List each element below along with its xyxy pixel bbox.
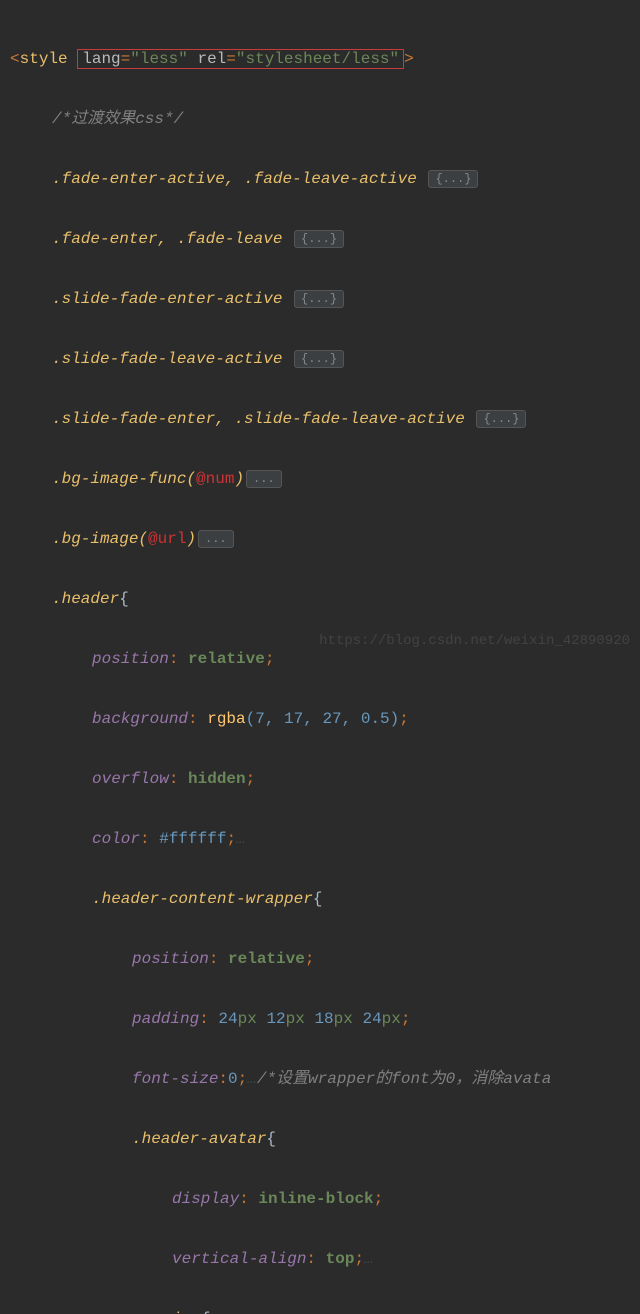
fold-marker[interactable]: ...	[246, 470, 282, 488]
code-line[interactable]: display: inline-block;	[10, 1184, 640, 1214]
code-line[interactable]: .header{	[10, 584, 640, 614]
fold-marker[interactable]: ...	[198, 530, 234, 548]
watermark: https://blog.csdn.net/weixin_42890920	[319, 633, 630, 649]
code-line[interactable]: .slide-fade-enter-active {...}	[10, 284, 640, 314]
code-line[interactable]: .fade-enter-active, .fade-leave-active {…	[10, 164, 640, 194]
fold-marker[interactable]: {...}	[294, 350, 344, 368]
code-line[interactable]: <style lang="less" rel="stylesheet/less"…	[10, 44, 640, 74]
code-line[interactable]: .header-content-wrapper{	[10, 884, 640, 914]
code-line[interactable]: position: relative;	[10, 944, 640, 974]
fold-marker[interactable]: {...}	[476, 410, 526, 428]
code-line[interactable]: .slide-fade-leave-active {...}	[10, 344, 640, 374]
code-line[interactable]: vertical-align: top;…	[10, 1244, 640, 1274]
code-line[interactable]: /*过渡效果css*/	[10, 104, 640, 134]
code-line[interactable]: img{	[10, 1304, 640, 1314]
code-line[interactable]: .fade-enter, .fade-leave {...}	[10, 224, 640, 254]
fold-marker[interactable]: {...}	[294, 230, 344, 248]
code-editor[interactable]: <style lang="less" rel="stylesheet/less"…	[0, 0, 640, 1314]
code-line[interactable]: font-size:0;…/*设置wrapper的font为0，消除avata	[10, 1064, 640, 1094]
code-line[interactable]: overflow: hidden;	[10, 764, 640, 794]
fold-marker[interactable]: {...}	[294, 290, 344, 308]
code-line[interactable]: padding: 24px 12px 18px 24px;	[10, 1004, 640, 1034]
code-line[interactable]: .bg-image(@url)...	[10, 524, 640, 554]
code-line[interactable]: .slide-fade-enter, .slide-fade-leave-act…	[10, 404, 640, 434]
fold-marker[interactable]: {...}	[428, 170, 478, 188]
code-line[interactable]: .bg-image-func(@num)...	[10, 464, 640, 494]
code-line[interactable]: .header-avatar{	[10, 1124, 640, 1154]
tag-open: <style	[10, 50, 68, 68]
highlight-box: lang="less" rel="stylesheet/less"	[77, 49, 404, 69]
code-line[interactable]: color: #ffffff;…	[10, 824, 640, 854]
code-line[interactable]: background: rgba(7, 17, 27, 0.5);	[10, 704, 640, 734]
